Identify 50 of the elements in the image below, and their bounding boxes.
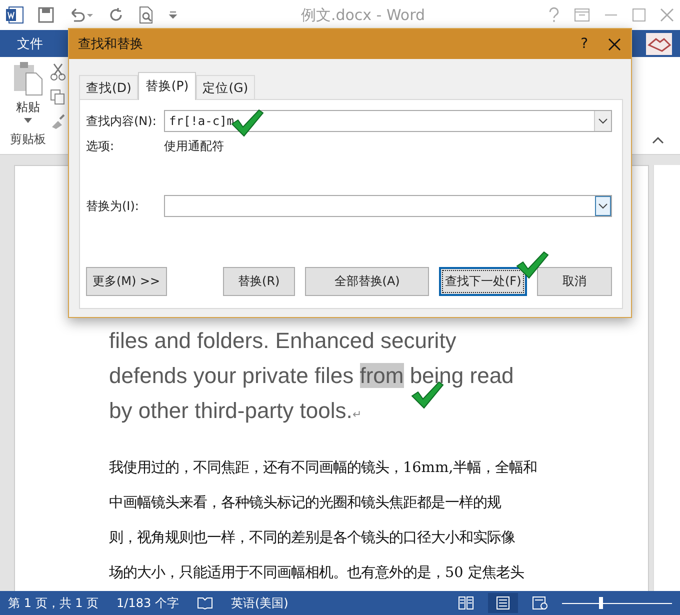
document-text-line: 中画幅镜头来看，各种镜头标记的光圈和镜头焦距都是一样的规 [109,494,501,513]
save-icon[interactable] [38,7,54,23]
window-title: 例文.docx - Word [300,6,426,24]
group-label: 剪贴板 [10,131,46,148]
dialog-button[interactable]: 取消 [537,267,612,296]
replace-label: 替换为(I): [86,198,140,214]
document-text-line: files and folders. Enhanced security [109,327,456,355]
customize-caret-icon[interactable] [168,10,178,20]
dialog-title: 查找和替换 [78,36,144,53]
proofing-icon[interactable] [196,596,213,610]
dialog-tab[interactable]: 替换(P) [138,72,196,100]
vertical-scrollbar[interactable] [653,165,680,591]
dialog-button[interactable]: 查找下一处(F) [438,267,528,296]
account-icon[interactable] [646,32,672,54]
find-field[interactable]: fr[!a-c]m [164,110,612,132]
help-button[interactable]: ? [580,36,588,52]
dialog-button[interactable]: 替换(R) [222,267,296,296]
document-text-line: 我使用过的，不同焦距，还有不同画幅的镜头，16mm,半幅，全幅和 [109,459,538,478]
find-label: 查找内容(N): [86,112,158,130]
document-text-line: defends your private files from being read [109,362,514,390]
word-logo-icon[interactable] [6,6,24,24]
dialog-tab[interactable]: 定位(G) [196,75,256,99]
dialog-tab[interactable]: 查找(D) [79,75,138,99]
close-icon[interactable] [608,38,621,50]
options-label: 选项: [86,138,116,155]
dropdown-icon[interactable] [598,118,608,124]
redo-icon[interactable] [108,7,124,23]
cut-icon[interactable] [50,63,66,81]
document-text-line: by other third-party tools.↵ [109,397,362,425]
document-text-line: 则，视角规则也一样，不同的差别是各个镜头的口径大小和实际像 [109,528,515,548]
document-text-line: 场的大小，只能适用于不同画幅相机。也有意外的是，50 定焦老头 [109,564,524,583]
print-preview-icon[interactable] [138,6,154,24]
web-layout-icon[interactable] [532,596,548,610]
collapse-ribbon-icon[interactable] [652,136,664,144]
replace-field[interactable] [164,195,612,217]
dialog-button[interactable]: 全部替换(A) [305,267,429,296]
print-layout-icon[interactable] [496,596,510,610]
brush-icon[interactable] [50,113,66,129]
dropdown-icon[interactable] [598,203,608,209]
word-count[interactable]: 1/183 个字 [116,594,179,612]
read-mode-icon[interactable] [458,596,474,610]
paste-label[interactable]: 粘贴 [16,99,40,116]
paste-icon[interactable] [12,61,44,97]
copy-icon[interactable] [50,89,66,105]
options-value: 使用通配符 [164,138,224,155]
dialog-button[interactable]: 更多(M) >> [86,267,167,296]
language-status[interactable]: 英语(美国) [230,594,288,612]
page-count[interactable]: 第 1 页，共 1 页 [8,594,99,612]
zoom-slider[interactable] [562,597,672,609]
caret-icon[interactable] [24,118,32,124]
